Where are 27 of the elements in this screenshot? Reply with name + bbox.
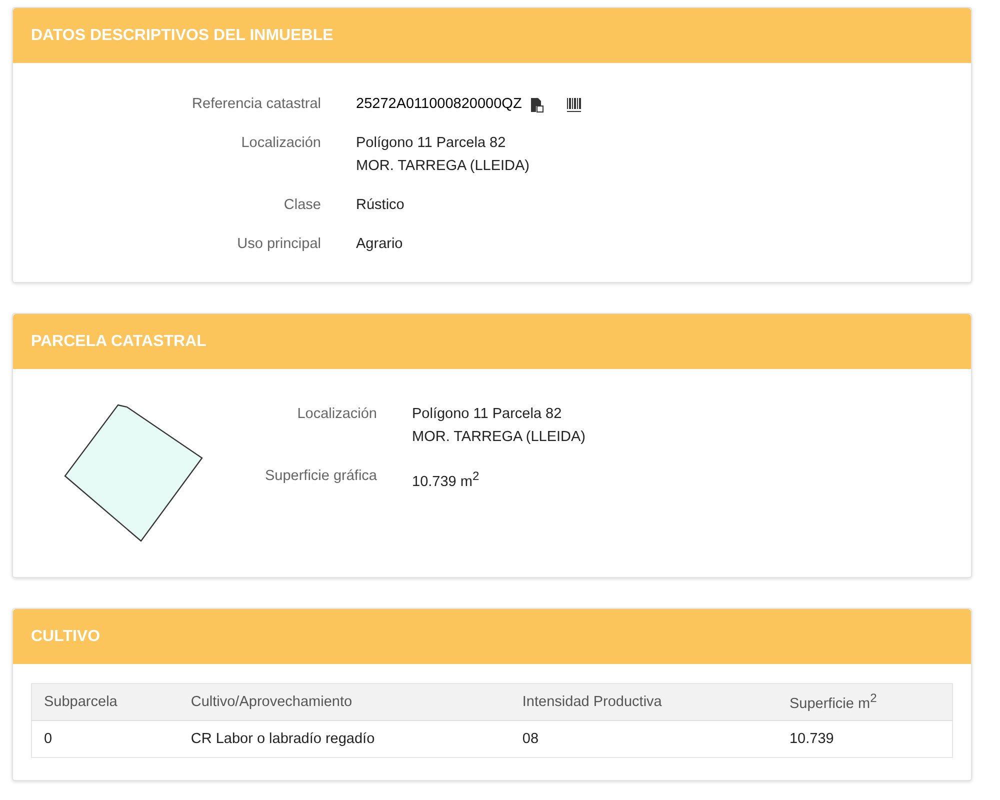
table-cell: 08 [510,720,778,758]
field-value: MOR. TARREGA (LLEIDA) [356,157,530,176]
field-label: Localización [240,134,321,153]
section-title: CULTIVO [13,609,971,664]
section-title: DATOS DESCRIPTIVOS DEL INMUEBLE [13,8,971,63]
table-cell: 10.739 [777,720,952,758]
field-label: Localización [296,405,377,424]
field-value: Polígono 11 Parcela 82 [412,405,563,424]
field-value: 25272A011000820000QZ [356,95,522,114]
field-label: Clase [282,196,321,215]
field-value: Rústico [356,196,406,215]
table-cell: 0 [32,720,179,758]
section-title: PARCELA CATASTRAL [13,314,971,369]
table-cell: CR Labor o labradío regadío [178,720,510,758]
field-value: Agrario [356,235,404,254]
field-value: MOR. TARREGA (LLEIDA) [412,428,586,447]
column-header: Subparcela [32,684,179,720]
field-label: Uso principal [236,235,321,254]
column-header: Cultivo/Aprovechamiento [178,684,510,720]
field-label: Referencia catastral [191,95,321,114]
copy-icon[interactable] [530,96,544,112]
field-label: Superficie gráfica [264,467,377,486]
barcode-icon[interactable] [566,96,582,112]
field-value: Polígono 11 Parcela 82 [356,134,507,153]
column-header: Intensidad Productiva [510,684,778,720]
column-header: Superficie m$^{2}$ [777,684,952,720]
field-value: 10.739 m$^{2}$ [412,468,480,492]
